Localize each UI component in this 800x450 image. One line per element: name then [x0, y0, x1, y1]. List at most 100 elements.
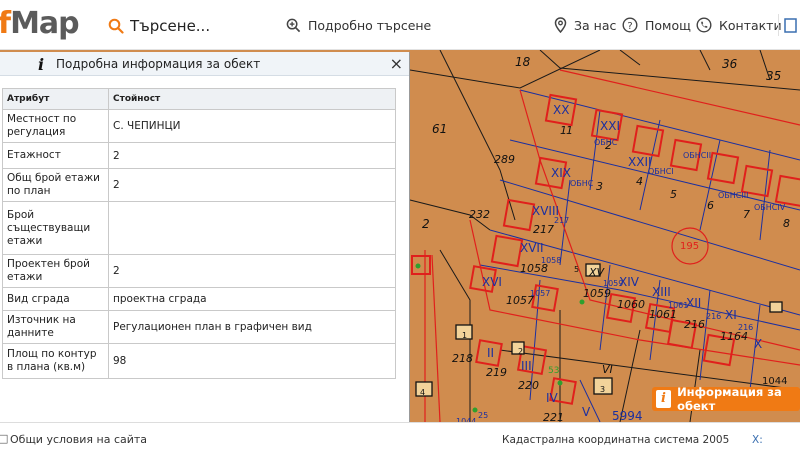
status-footer: □ Общи условия на сайта Кадастрална коор…: [0, 422, 800, 450]
map-label: XIX: [551, 166, 571, 180]
site-logo[interactable]: fMap: [0, 6, 80, 41]
attribute-cell: Етажност: [2, 142, 109, 169]
table-row: Вид сграда проектна сграда: [2, 287, 396, 311]
attribute-cell: Площ по контур в плана (кв.м): [2, 343, 109, 379]
location-pin-icon: [554, 17, 567, 33]
zoom-search-icon: [286, 18, 301, 32]
search-box[interactable]: [108, 12, 278, 40]
panel-title: Подробна информация за обект: [56, 56, 261, 71]
value-cell: 2: [108, 254, 396, 288]
map-label: 195: [680, 241, 699, 252]
map-label: IV: [546, 391, 559, 405]
map-label: XX: [553, 103, 569, 117]
map-label: V: [582, 405, 591, 419]
building-badge: 5: [574, 265, 579, 274]
map-label: XVII: [520, 241, 544, 255]
object-info-button[interactable]: i Информация за обект: [652, 385, 800, 413]
map-label: II: [487, 346, 494, 360]
panel-header: i Подробна информация за обект ×: [0, 52, 409, 76]
value-cell: 2: [108, 142, 396, 169]
info-icon: i: [656, 390, 672, 408]
map-label: 216: [738, 323, 753, 332]
attribute-cell: Брой съществуващи етажи: [2, 201, 109, 255]
map-label: 232: [469, 208, 490, 221]
terms-icon: □: [0, 432, 9, 445]
map-label: 219: [486, 366, 507, 379]
map-label: 1058: [541, 256, 561, 265]
table-row: Проектен брой етажи 2: [2, 254, 396, 288]
map-label: 218: [452, 352, 473, 365]
map-label: ОБНСІІ: [683, 151, 711, 160]
value-cell: проектна сграда: [108, 287, 396, 311]
map-label: XIII: [652, 285, 671, 299]
advanced-search-link[interactable]: Подробно търсене: [286, 0, 431, 50]
map-label: 216: [684, 318, 705, 331]
about-link[interactable]: За нас: [554, 0, 616, 50]
value-cell: 2: [108, 168, 396, 202]
terms-link[interactable]: Общи условия на сайта: [10, 433, 147, 446]
attribute-cell: Общ брой етажи по план: [2, 168, 109, 202]
table-row: Площ по контур в плана (кв.м) 98: [2, 343, 396, 379]
building-badge: 2: [518, 347, 523, 356]
map-label: ОБНС: [594, 138, 618, 147]
map-label: ОБНСІІІ: [718, 191, 748, 200]
map-label: VI: [602, 363, 613, 376]
map-label: 5: [670, 188, 677, 201]
map-label: XV: [588, 266, 606, 279]
map-label: 53: [548, 366, 559, 376]
map-label: XXI: [600, 119, 620, 133]
map-label: XVI: [482, 275, 502, 289]
coordinate-system-label: Кадастрална координатна система 2005: [502, 434, 730, 446]
building-badge: 4: [420, 388, 425, 397]
map-label: 217: [554, 216, 569, 225]
attribute-cell: Местност по регулация: [2, 109, 109, 143]
map-label: X: [754, 337, 762, 351]
map-label: 8: [783, 217, 790, 230]
map-label: 35: [766, 69, 781, 83]
help-link[interactable]: ? Помощ: [622, 0, 691, 50]
map-label: 36: [722, 57, 738, 71]
map-label: III: [521, 359, 532, 373]
map-label: 220: [518, 379, 539, 392]
search-input[interactable]: [130, 17, 270, 35]
table-row: Общ брой етажи по план 2: [2, 168, 396, 202]
column-header-value: Стойност: [108, 88, 396, 110]
map-label: ОБНСІ: [648, 167, 674, 176]
map-label: 25: [478, 411, 488, 420]
contacts-link[interactable]: Контакти: [696, 0, 782, 50]
value-cell: С. ЧЕПИНЦИ: [108, 109, 396, 143]
map-label: 217: [533, 223, 554, 236]
map-label: 1: [566, 124, 573, 137]
map-label: 4: [636, 175, 643, 188]
attribute-cell: Вид сграда: [2, 287, 109, 311]
close-button[interactable]: ×: [390, 54, 403, 73]
logo-part-2: Map: [10, 6, 80, 41]
map-label: 2: [422, 217, 430, 231]
attribute-cell: Проектен брой етажи: [2, 254, 109, 288]
map-label: 1057: [530, 289, 550, 298]
table-row: Етажност 2: [2, 142, 396, 169]
map-label: 221: [543, 411, 564, 422]
map-label: ОБНСІV: [754, 203, 786, 212]
top-header: fMap Подробно търсене За нас ? Помощ Кон…: [0, 0, 800, 50]
table-header-row: Атрибут Стойност: [2, 88, 396, 110]
map-label: 61: [432, 122, 447, 136]
x-coordinate-readout: X:: [752, 434, 763, 446]
export-button[interactable]: [778, 14, 800, 36]
table-row: Брой съществуващи етажи: [2, 201, 396, 255]
app-window: fMap Подробно търсене За нас ? Помощ Кон…: [0, 0, 800, 450]
contacts-label: Контакти: [719, 17, 782, 33]
object-info-button-label: Информация за обект: [677, 385, 782, 413]
map-label: XII: [686, 296, 701, 310]
map-label: 289: [494, 153, 515, 166]
advanced-search-label: Подробно търсене: [308, 17, 432, 33]
map-label: XI: [725, 308, 737, 322]
phone-icon: [696, 17, 712, 33]
question-icon: ?: [622, 17, 638, 33]
info-icon: i: [38, 55, 45, 74]
svg-text:?: ?: [627, 21, 632, 32]
about-label: За нас: [574, 17, 617, 33]
map-label: 5994: [612, 409, 643, 422]
building-badge: 1: [462, 331, 467, 340]
value-cell: Регулационен план в графичен вид: [108, 310, 396, 344]
